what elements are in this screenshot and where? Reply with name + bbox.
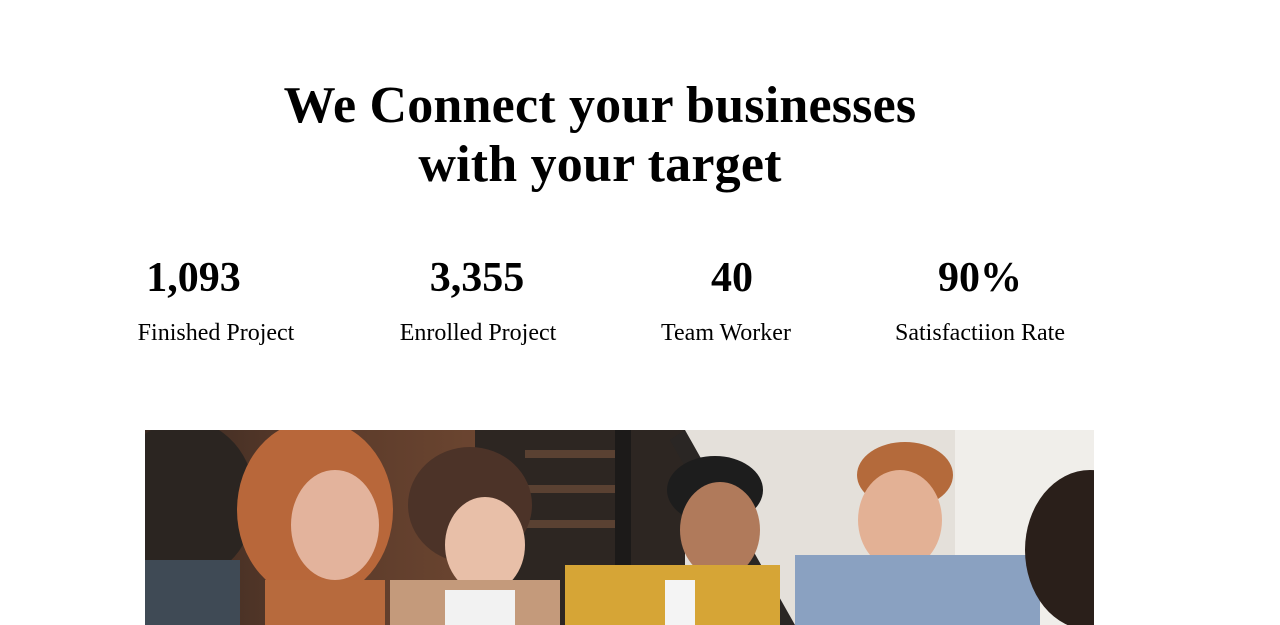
stat-team-workers: 40 Team Worker bbox=[606, 250, 846, 348]
stat-label: Enrolled Project bbox=[399, 320, 557, 346]
section-heading: We Connect your businesses with your tar… bbox=[0, 76, 1200, 194]
stat-satisfaction-rate: 90% Satisfactiion Rate bbox=[860, 250, 1100, 348]
heading-line-2: with your target bbox=[418, 136, 782, 193]
stat-finished-projects: 1,093 Finished Project bbox=[96, 250, 336, 348]
stat-label: Team Worker bbox=[661, 320, 791, 346]
stat-value: 90% bbox=[938, 255, 1022, 301]
stat-value: 3,355 bbox=[429, 255, 525, 301]
heading-line-1: We Connect your businesses bbox=[283, 77, 917, 134]
stat-enrolled-projects: 3,355 Enrolled Project bbox=[358, 250, 598, 348]
stat-value: 40 bbox=[711, 255, 753, 301]
stat-value: 1,093 bbox=[146, 255, 241, 301]
team-photo bbox=[145, 430, 1094, 625]
stat-label: Finished Project bbox=[137, 320, 295, 346]
stat-label: Satisfactiion Rate bbox=[895, 320, 1065, 346]
